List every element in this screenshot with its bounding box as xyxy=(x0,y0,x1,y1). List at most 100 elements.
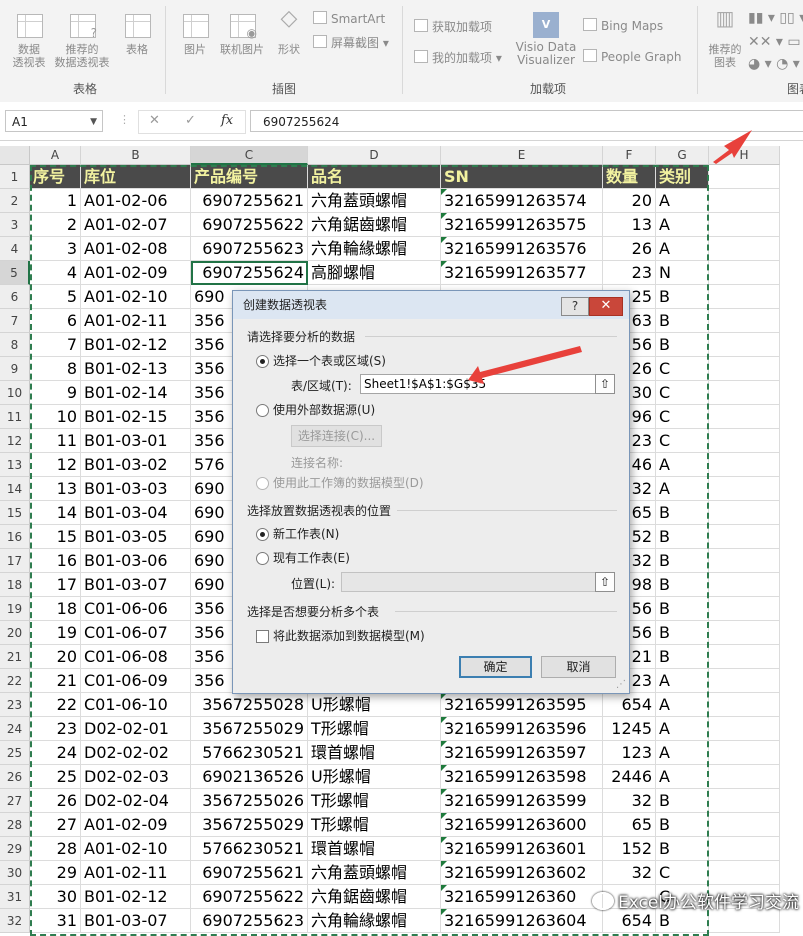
table-cell[interactable]: C01-06-08 xyxy=(81,645,191,669)
table-cell[interactable] xyxy=(709,669,780,693)
table-cell[interactable]: 27 xyxy=(30,813,81,837)
row-header[interactable]: 6 xyxy=(0,285,30,309)
my-addins-button[interactable]: 我的加载项 ▾ xyxy=(414,49,502,66)
collapse-dialog-icon[interactable]: ⇧ xyxy=(595,572,615,592)
header-cell[interactable]: 库位 xyxy=(81,165,191,189)
table-cell[interactable]: C xyxy=(656,381,709,405)
table-cell[interactable]: 20 xyxy=(30,645,81,669)
table-cell[interactable] xyxy=(709,837,780,861)
table-cell[interactable] xyxy=(709,693,780,717)
table-cell[interactable]: 32165991263600 xyxy=(441,813,603,837)
table-cell[interactable]: 3567255026 xyxy=(191,789,308,813)
table-cell[interactable]: B xyxy=(656,333,709,357)
table-cell[interactable]: 32165991263576 xyxy=(441,237,603,261)
table-cell[interactable]: B01-03-07 xyxy=(81,909,191,933)
table-cell[interactable]: C xyxy=(656,357,709,381)
table-cell[interactable]: A xyxy=(656,237,709,261)
table-cell[interactable] xyxy=(709,261,780,285)
table-cell[interactable]: B01-03-04 xyxy=(81,501,191,525)
table-cell[interactable] xyxy=(709,381,780,405)
table-cell[interactable] xyxy=(709,285,780,309)
row-header[interactable]: 26 xyxy=(0,765,30,789)
table-cell[interactable]: A xyxy=(656,717,709,741)
table-cell[interactable] xyxy=(709,549,780,573)
row-header[interactable]: 27 xyxy=(0,789,30,813)
table-cell[interactable]: 1 xyxy=(30,189,81,213)
table-cell[interactable]: 6907255622 xyxy=(191,213,308,237)
table-cell[interactable]: U形螺帽 xyxy=(308,765,441,789)
cancel-icon[interactable]: ✕ xyxy=(149,113,160,128)
add-to-data-model-label[interactable]: 将此数据添加到数据模型(M) xyxy=(273,627,425,644)
table-cell[interactable]: B xyxy=(656,621,709,645)
table-cell[interactable]: 5 xyxy=(30,285,81,309)
table-cell[interactable]: 高腳螺帽 xyxy=(308,261,441,285)
row-header[interactable]: 28 xyxy=(0,813,30,837)
table-cell[interactable]: A01-02-09 xyxy=(81,261,191,285)
table-cell[interactable] xyxy=(709,861,780,885)
chevron-down-icon[interactable]: ▼ xyxy=(90,111,97,133)
table-cell[interactable]: D02-02-02 xyxy=(81,741,191,765)
radio-data-model[interactable] xyxy=(256,477,269,490)
name-box[interactable]: A1 ▼ xyxy=(5,110,103,132)
table-cell[interactable]: B xyxy=(656,285,709,309)
radio-data-model-label[interactable]: 使用此工作簿的数据模型(D) xyxy=(273,474,424,491)
table-cell[interactable]: A xyxy=(656,189,709,213)
smartart-button[interactable]: SmartArt xyxy=(313,11,385,26)
table-cell[interactable]: 六角輪緣螺帽 xyxy=(308,237,441,261)
table-button[interactable]: 表格 xyxy=(112,12,162,56)
table-cell[interactable]: 32165991263601 xyxy=(441,837,603,861)
table-cell[interactable]: 23 xyxy=(30,717,81,741)
table-cell[interactable]: B xyxy=(656,501,709,525)
table-cell[interactable]: 31 xyxy=(30,909,81,933)
header-cell[interactable]: SN xyxy=(441,165,603,189)
chart-type-icons-2[interactable]: ✕✕ ▾ ▭ ▾ xyxy=(748,34,803,50)
table-cell[interactable]: C01-06-09 xyxy=(81,669,191,693)
table-cell[interactable]: 10 xyxy=(30,405,81,429)
table-cell[interactable]: 六角鋸齒螺帽 xyxy=(308,885,441,909)
table-cell[interactable]: 23 xyxy=(603,261,656,285)
table-cell[interactable]: B xyxy=(656,645,709,669)
table-cell[interactable]: A01-02-08 xyxy=(81,237,191,261)
table-cell[interactable]: 32165991263597 xyxy=(441,741,603,765)
table-cell[interactable]: 16 xyxy=(30,549,81,573)
people-graph-button[interactable]: People Graph xyxy=(583,49,682,64)
table-cell[interactable]: A xyxy=(656,669,709,693)
table-cell[interactable]: 32 xyxy=(603,861,656,885)
radio-select-range[interactable] xyxy=(256,355,269,368)
row-header[interactable]: 32 xyxy=(0,909,30,933)
table-cell[interactable]: 3 xyxy=(30,237,81,261)
table-cell[interactable]: 6907255622 xyxy=(191,885,308,909)
table-cell[interactable]: 1245 xyxy=(603,717,656,741)
table-cell[interactable] xyxy=(709,429,780,453)
get-addins-button[interactable]: 获取加载项 xyxy=(414,18,492,35)
row-header[interactable]: 14 xyxy=(0,477,30,501)
table-cell[interactable]: 21 xyxy=(30,669,81,693)
row-header[interactable]: 22 xyxy=(0,669,30,693)
table-cell[interactable]: A xyxy=(656,213,709,237)
column-header[interactable]: C xyxy=(191,146,308,165)
table-cell[interactable]: B xyxy=(656,597,709,621)
table-cell[interactable]: 29 xyxy=(30,861,81,885)
recommended-pivot-button[interactable]: ? 推荐的 数据透视表 xyxy=(52,12,112,69)
radio-new-sheet[interactable] xyxy=(256,528,269,541)
table-cell[interactable]: 32165991263604 xyxy=(441,909,603,933)
table-cell[interactable]: A01-02-10 xyxy=(81,285,191,309)
table-cell[interactable]: C01-06-06 xyxy=(81,597,191,621)
table-cell[interactable]: 六角蓋頭螺帽 xyxy=(308,189,441,213)
table-cell[interactable]: 30 xyxy=(30,885,81,909)
table-cell[interactable]: 4 xyxy=(30,261,81,285)
table-cell[interactable]: 3216599126360 xyxy=(441,885,603,909)
column-header[interactable]: B xyxy=(81,146,191,165)
table-cell[interactable]: 32 xyxy=(603,789,656,813)
row-header[interactable]: 16 xyxy=(0,525,30,549)
table-cell[interactable]: 5766230521 xyxy=(191,837,308,861)
header-cell[interactable] xyxy=(709,165,780,189)
row-header[interactable]: 20 xyxy=(0,621,30,645)
close-button[interactable]: ✕ xyxy=(589,297,623,316)
column-header[interactable]: A xyxy=(30,146,81,165)
table-cell[interactable] xyxy=(709,621,780,645)
table-cell[interactable]: 65 xyxy=(603,813,656,837)
table-cell[interactable] xyxy=(709,765,780,789)
table-cell[interactable]: 32165991263599 xyxy=(441,789,603,813)
table-cell[interactable] xyxy=(709,477,780,501)
